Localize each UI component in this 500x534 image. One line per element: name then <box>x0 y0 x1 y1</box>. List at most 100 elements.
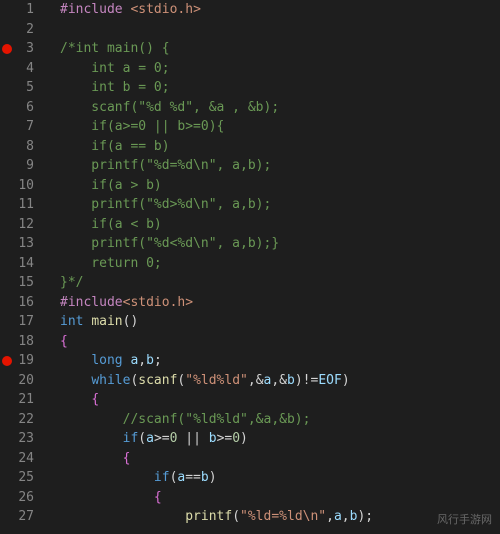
code-token: b <box>287 373 295 388</box>
code-token: , <box>342 509 350 524</box>
code-line[interactable]: long a,b; <box>60 351 500 371</box>
code-token: ; <box>154 353 162 368</box>
code-token: long <box>91 353 122 368</box>
line-number: 23 <box>0 429 34 449</box>
code-line[interactable]: int a = 0; <box>60 59 500 79</box>
line-number: 10 <box>0 176 34 196</box>
code-token: <stdio.h> <box>130 2 200 17</box>
code-token: ); <box>357 509 373 524</box>
code-token <box>60 470 154 485</box>
line-number-gutter: 1234567891011121314151617181920212223242… <box>0 0 48 534</box>
code-line[interactable]: return 0; <box>60 254 500 274</box>
code-line[interactable]: if(a == b) <box>60 137 500 157</box>
code-token: >= <box>154 431 170 446</box>
code-token: ( <box>232 509 240 524</box>
code-line[interactable]: if(a>=0 || b>=0){ <box>60 117 500 137</box>
line-number: 24 <box>0 449 34 469</box>
line-number: 16 <box>0 293 34 313</box>
line-number: 6 <box>0 98 34 118</box>
line-number: 26 <box>0 488 34 508</box>
code-token: || <box>177 431 208 446</box>
code-token: int b = 0; <box>60 80 170 95</box>
code-token <box>60 451 123 466</box>
line-number: 12 <box>0 215 34 235</box>
code-token: ,& <box>248 373 264 388</box>
code-line[interactable]: if(a > b) <box>60 176 500 196</box>
code-token: EOF <box>318 373 341 388</box>
code-line[interactable]: if(a < b) <box>60 215 500 235</box>
code-line[interactable] <box>60 20 500 40</box>
code-line[interactable]: /*int main() { <box>60 39 500 59</box>
code-token: scanf("%d %d", &a , &b); <box>60 100 279 115</box>
code-line[interactable]: scanf("%d %d", &a , &b); <box>60 98 500 118</box>
code-token: () <box>123 314 139 329</box>
code-token: a <box>334 509 342 524</box>
line-number: 14 <box>0 254 34 274</box>
code-token: if(a>=0 || b>=0){ <box>60 119 224 134</box>
code-token: b <box>209 431 217 446</box>
code-token: ) <box>240 431 248 446</box>
code-token: if(a == b) <box>60 139 170 154</box>
breakpoint-icon[interactable] <box>2 44 12 54</box>
code-token: ,& <box>271 373 287 388</box>
code-line[interactable]: #include<stdio.h> <box>60 293 500 313</box>
code-token: if <box>154 470 170 485</box>
line-number: 27 <box>0 507 34 527</box>
code-line[interactable]: { <box>60 332 500 352</box>
line-number: 25 <box>0 468 34 488</box>
line-number: 7 <box>0 117 34 137</box>
line-number: 5 <box>0 78 34 98</box>
code-line[interactable]: printf("%ld=%ld\n",a,b); <box>60 507 500 527</box>
code-line[interactable]: if(a>=0 || b>=0) <box>60 429 500 449</box>
code-token: ( <box>138 431 146 446</box>
code-token: )!= <box>295 373 318 388</box>
code-token: /*int main() { <box>60 41 170 56</box>
code-line[interactable]: printf("%d>%d\n", a,b); <box>60 195 500 215</box>
code-token: #include <box>60 295 123 310</box>
line-number: 9 <box>0 156 34 176</box>
code-line[interactable]: { <box>60 488 500 508</box>
code-line[interactable]: }*/ <box>60 273 500 293</box>
code-line[interactable]: printf("%d=%d\n", a,b); <box>60 156 500 176</box>
code-line[interactable]: //scanf("%ld%ld",&a,&b); <box>60 410 500 430</box>
code-line[interactable]: #include <stdio.h> <box>60 0 500 20</box>
code-token <box>60 412 123 427</box>
code-token: int <box>60 314 83 329</box>
code-token: <stdio.h> <box>123 295 193 310</box>
code-token: return 0; <box>60 256 162 271</box>
code-line[interactable]: int b = 0; <box>60 78 500 98</box>
code-token: if <box>123 431 139 446</box>
code-token: printf <box>185 509 232 524</box>
code-line[interactable]: { <box>60 390 500 410</box>
code-token: b <box>146 353 154 368</box>
code-token: b <box>201 470 209 485</box>
code-token: { <box>91 392 99 407</box>
code-token: >= <box>217 431 233 446</box>
line-number: 21 <box>0 390 34 410</box>
code-token <box>60 431 123 446</box>
code-token: 0 <box>232 431 240 446</box>
code-token: { <box>154 490 162 505</box>
code-token: { <box>123 451 131 466</box>
code-token: { <box>60 334 68 349</box>
code-token: //scanf("%ld%ld",&a,&b); <box>123 412 311 427</box>
code-line[interactable]: { <box>60 449 500 469</box>
code-line[interactable]: int main() <box>60 312 500 332</box>
code-token <box>60 353 91 368</box>
code-line[interactable]: printf("%d<%d\n", a,b);} <box>60 234 500 254</box>
code-area[interactable]: #include <stdio.h> /*int main() { int a =… <box>48 0 500 534</box>
code-token: == <box>185 470 201 485</box>
watermark-text: 风行手游网 <box>437 512 492 529</box>
line-number: 4 <box>0 59 34 79</box>
code-line[interactable]: while(scanf("%ld%ld",&a,&b)!=EOF) <box>60 371 500 391</box>
code-token: printf("%d=%d\n", a,b); <box>60 158 271 173</box>
line-number: 15 <box>0 273 34 293</box>
code-token: while <box>91 373 130 388</box>
code-editor[interactable]: 1234567891011121314151617181920212223242… <box>0 0 500 534</box>
breakpoint-icon[interactable] <box>2 356 12 366</box>
code-line[interactable]: if(a==b) <box>60 468 500 488</box>
code-token: a <box>146 431 154 446</box>
code-token <box>60 509 185 524</box>
code-token: if(a > b) <box>60 178 162 193</box>
code-token: int a = 0; <box>60 61 170 76</box>
